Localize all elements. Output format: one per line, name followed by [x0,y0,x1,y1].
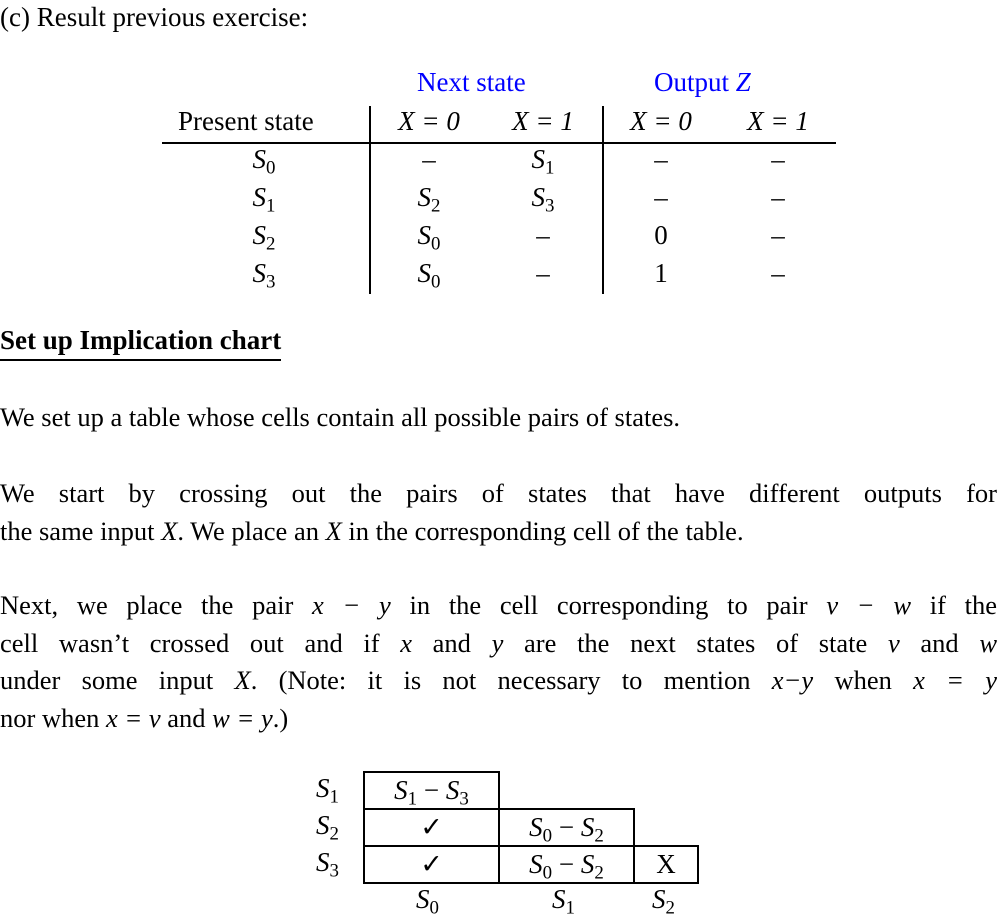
cell-s3-s2: X [633,845,699,884]
output-x0-cell: – [654,182,668,212]
col-header-present-state: Present state [178,106,314,136]
next-state-x1-cell: – [536,220,550,250]
next-state-x0-cell: S0 [417,258,441,293]
output-x0-cell: 1 [654,258,668,288]
next-state-x1-cell: S3 [531,182,555,217]
check-icon: ✓ [420,849,443,879]
output-x0-cell: 0 [654,220,668,250]
cell-s2-s0: ✓ [363,808,500,847]
col-header-next-x0: X = 0 [398,106,460,136]
output-x1-cell: – [771,182,785,212]
next-state-x1-cell: – [536,258,550,288]
col-label-s0: S0 [416,884,439,919]
col-label-s2: S2 [652,884,675,919]
cell-s2-s1: S0 − S2 [498,808,635,847]
next-state-x1-cell: S1 [531,144,555,179]
output-x0-cell: – [654,144,668,174]
col-header-out-x1: X = 1 [747,106,809,136]
check-icon: ✓ [420,812,443,842]
row-label-s1: S1 [316,773,339,808]
paragraph-1: We set up a table whose cells contain al… [0,402,681,432]
output-x1-cell: – [771,258,785,288]
present-state-cell: S2 [252,220,276,255]
present-state-cell: S3 [252,258,276,293]
present-state-cell: S1 [252,182,276,217]
row-label-s2: S2 [316,810,339,845]
col-label-s1: S1 [552,884,575,919]
cross-mark: X [656,849,676,879]
output-x1-cell: – [771,144,785,174]
intro-text: (c) Result previous exercise: [0,2,309,32]
cell-s3-s0: ✓ [363,845,500,884]
next-state-x0-cell: S2 [417,182,441,217]
next-state-x0-cell: – [422,144,436,174]
col-header-out-x0: X = 0 [630,106,692,136]
paragraph-3: Next, we place the pair x − y in the cel… [0,590,997,733]
col-header-next-x1: X = 1 [512,106,574,136]
present-state-cell: S0 [252,144,276,179]
row-label-s3: S3 [316,847,339,882]
output-x1-cell: – [771,220,785,250]
cell-s1-s0: S1 − S3 [363,771,500,810]
section-heading: Set up Implication chart [0,325,282,361]
group-header-next-state: Next state [417,67,526,97]
cell-s3-s1: S0 − S2 [498,845,635,884]
next-state-x0-cell: S0 [417,220,441,255]
paragraph-2: We start by crossing out the pairs of st… [0,478,997,546]
group-header-output: Output Z [654,67,751,97]
